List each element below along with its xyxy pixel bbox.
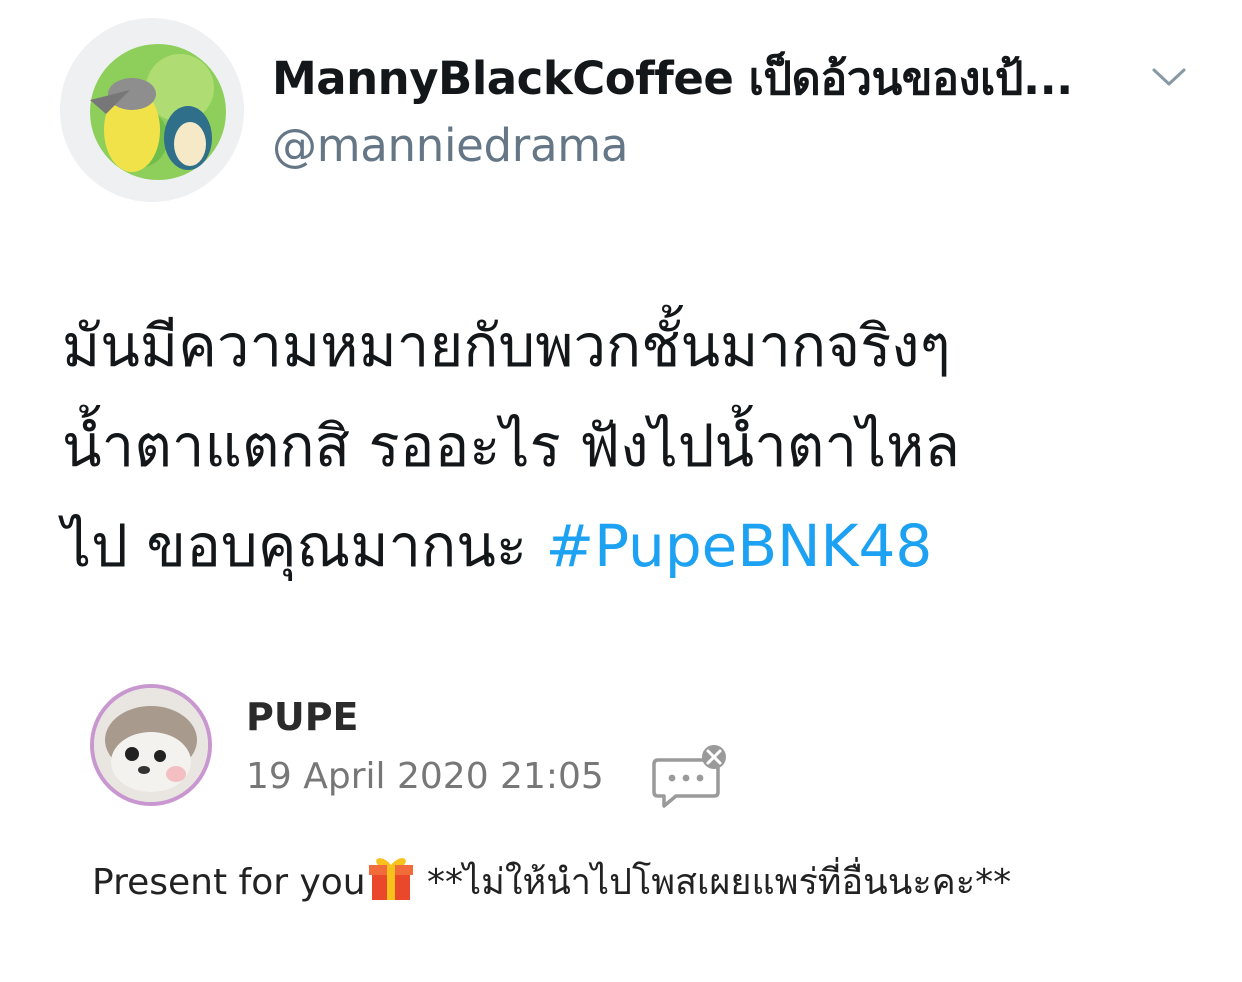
tweet-text-line: ไป ขอบคุณมากนะ #PupeBNK48 xyxy=(62,496,1182,596)
tweet-text-line: น้ำตาแตกสิ รออะไร ฟังไปน้ำตาไหล xyxy=(62,412,960,480)
author-handle[interactable]: @manniedrama xyxy=(272,116,628,176)
embedded-avatar xyxy=(90,684,212,806)
tweet-text-line: มันมีความหมายกับพวกชั้นมากจริงๆ xyxy=(62,312,951,380)
hashtag-link[interactable]: #PupeBNK48 xyxy=(546,512,933,580)
chevron-down-icon[interactable] xyxy=(1150,62,1188,92)
caption-text: **ไม่ให้นำไปโพสเผยแพร่ที่อื่นนะคะ** xyxy=(415,862,1012,903)
comment-bubble-icon xyxy=(652,742,732,808)
author-display-name[interactable]: MannyBlackCoffee เป็ดอ้วนของเป้... xyxy=(272,46,1132,112)
tweet-text-segment: ไป ขอบคุณมากนะ xyxy=(62,512,528,580)
gift-icon xyxy=(366,852,416,902)
embedded-author-name: PUPE xyxy=(246,695,359,739)
tweet-text: มันมีความหมายกับพวกชั้นมากจริงๆ น้ำตาแตก… xyxy=(62,296,1182,596)
embedded-timestamp: 19 April 2020 21:05 xyxy=(246,756,604,797)
embedded-caption: Present for you **ไม่ให้นำไปโพสเผยแพร่ที… xyxy=(92,852,1011,913)
caption-text: Present for you xyxy=(92,862,366,903)
author-avatar[interactable] xyxy=(60,18,244,202)
